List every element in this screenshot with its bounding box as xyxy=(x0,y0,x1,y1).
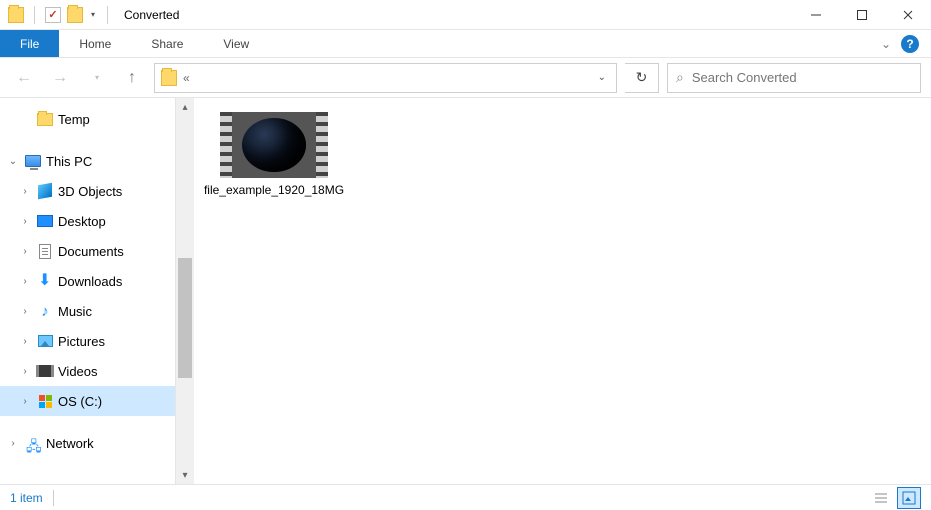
scroll-thumb[interactable] xyxy=(178,258,192,378)
file-name-label: file_example_1920_18MG xyxy=(204,182,344,198)
expander-icon[interactable]: › xyxy=(18,246,32,257)
filmstrip-icon xyxy=(316,112,328,178)
3d-objects-icon xyxy=(36,182,54,200)
tree-item-this-pc[interactable]: ⌄ This PC xyxy=(0,146,175,176)
address-dropdown-icon[interactable]: ⌄ xyxy=(594,72,610,83)
expander-icon[interactable]: › xyxy=(18,306,32,317)
tree-item-desktop[interactable]: › Desktop xyxy=(0,206,175,236)
recent-locations-button[interactable]: ▾ xyxy=(82,64,110,92)
ribbon-expand-icon[interactable]: ⌄ xyxy=(881,37,891,51)
video-thumbnail xyxy=(220,112,328,178)
thumbnails-view-button[interactable] xyxy=(897,487,921,509)
tree-label: Videos xyxy=(58,364,98,379)
documents-icon xyxy=(36,242,54,260)
title-bar: ✓ ▾ Converted xyxy=(0,0,931,30)
app-folder-icon xyxy=(8,7,24,23)
scroll-up-icon[interactable]: ▴ xyxy=(176,98,194,116)
title-divider-2 xyxy=(107,6,108,24)
tree-label: This PC xyxy=(46,154,92,169)
title-bar-left: ✓ ▾ Converted xyxy=(0,6,179,24)
tab-home[interactable]: Home xyxy=(59,30,131,57)
expander-icon[interactable]: › xyxy=(18,186,32,197)
navigation-pane: Temp ⌄ This PC › 3D Objects › Desktop › … xyxy=(0,98,176,484)
tree-item-os-c[interactable]: › OS (C:) xyxy=(0,386,175,416)
file-tab[interactable]: File xyxy=(0,30,59,57)
tree-item-temp[interactable]: Temp xyxy=(0,104,175,134)
thumbnail-image xyxy=(242,118,306,172)
expander-icon[interactable]: › xyxy=(18,216,32,227)
help-button[interactable]: ? xyxy=(901,35,919,53)
minimize-button[interactable] xyxy=(793,0,839,30)
back-button[interactable]: ← xyxy=(10,64,38,92)
expander-icon[interactable]: › xyxy=(18,396,32,407)
pc-icon xyxy=(24,152,42,170)
folder-icon xyxy=(36,110,54,128)
tree-label: OS (C:) xyxy=(58,394,102,409)
tree-item-3d-objects[interactable]: › 3D Objects xyxy=(0,176,175,206)
status-separator xyxy=(53,490,54,506)
address-folder-icon xyxy=(161,70,177,86)
search-input[interactable] xyxy=(692,70,912,85)
thumbnails-view-icon xyxy=(902,491,916,505)
qat-properties-icon[interactable]: ✓ xyxy=(45,7,61,23)
tree-label: Downloads xyxy=(58,274,122,289)
tree-label: Music xyxy=(58,304,92,319)
window-buttons xyxy=(793,0,931,30)
scroll-down-icon[interactable]: ▾ xyxy=(176,466,194,484)
search-box[interactable]: ⌕ xyxy=(667,63,921,93)
expander-icon[interactable]: › xyxy=(6,438,20,449)
up-button[interactable]: ↑ xyxy=(118,64,146,92)
maximize-icon xyxy=(856,9,868,21)
tab-share[interactable]: Share xyxy=(131,30,203,57)
videos-icon xyxy=(36,362,54,380)
minimize-icon xyxy=(810,9,822,21)
item-count: 1 item xyxy=(10,491,43,505)
maximize-button[interactable] xyxy=(839,0,885,30)
address-crumbs: « xyxy=(183,71,588,85)
tree-item-pictures[interactable]: › Pictures xyxy=(0,326,175,356)
expander-icon[interactable]: ⌄ xyxy=(6,156,20,167)
ribbon: File Home Share View ⌄ ? xyxy=(0,30,931,58)
refresh-button[interactable]: ↻ xyxy=(625,63,659,93)
pictures-icon xyxy=(36,332,54,350)
tree-item-network[interactable]: › 🖧 Network xyxy=(0,428,175,458)
search-icon: ⌕ xyxy=(676,69,684,86)
forward-button[interactable]: → xyxy=(46,64,74,92)
file-item[interactable]: file_example_1920_18MG xyxy=(214,112,334,198)
tree-item-videos[interactable]: › Videos xyxy=(0,356,175,386)
filmstrip-icon xyxy=(220,112,232,178)
tree-item-downloads[interactable]: › ⬇ Downloads xyxy=(0,266,175,296)
tree-label: Desktop xyxy=(58,214,106,229)
title-divider xyxy=(34,6,35,24)
desktop-icon xyxy=(36,212,54,230)
qat-newfolder-icon[interactable] xyxy=(67,7,83,23)
status-bar: 1 item xyxy=(0,484,931,510)
tree-label: 3D Objects xyxy=(58,184,122,199)
expander-icon[interactable]: › xyxy=(18,336,32,347)
tree-label: Documents xyxy=(58,244,124,259)
network-icon: 🖧 xyxy=(24,434,42,452)
downloads-icon: ⬇ xyxy=(36,272,54,290)
expander-icon[interactable]: › xyxy=(18,276,32,287)
window-title: Converted xyxy=(124,8,179,22)
body: Temp ⌄ This PC › 3D Objects › Desktop › … xyxy=(0,98,931,484)
close-button[interactable] xyxy=(885,0,931,30)
tree-item-music[interactable]: › ♪ Music xyxy=(0,296,175,326)
details-view-icon xyxy=(874,491,888,505)
nav-scrollbar[interactable]: ▴ ▾ xyxy=(176,98,194,484)
details-view-button[interactable] xyxy=(869,487,893,509)
file-list-pane[interactable]: file_example_1920_18MG xyxy=(194,98,931,484)
close-icon xyxy=(902,9,914,21)
tree-label: Temp xyxy=(58,112,90,127)
drive-icon xyxy=(36,392,54,410)
tree-label: Pictures xyxy=(58,334,105,349)
music-icon: ♪ xyxy=(36,302,54,320)
navigation-toolbar: ← → ▾ ↑ « ⌄ ↻ ⌕ xyxy=(0,58,931,98)
tab-view[interactable]: View xyxy=(203,30,269,57)
expander-icon[interactable]: › xyxy=(18,366,32,377)
tree-label: Network xyxy=(46,436,94,451)
tree-item-documents[interactable]: › Documents xyxy=(0,236,175,266)
qat-dropdown-icon[interactable]: ▾ xyxy=(89,10,97,19)
address-bar[interactable]: « ⌄ xyxy=(154,63,617,93)
